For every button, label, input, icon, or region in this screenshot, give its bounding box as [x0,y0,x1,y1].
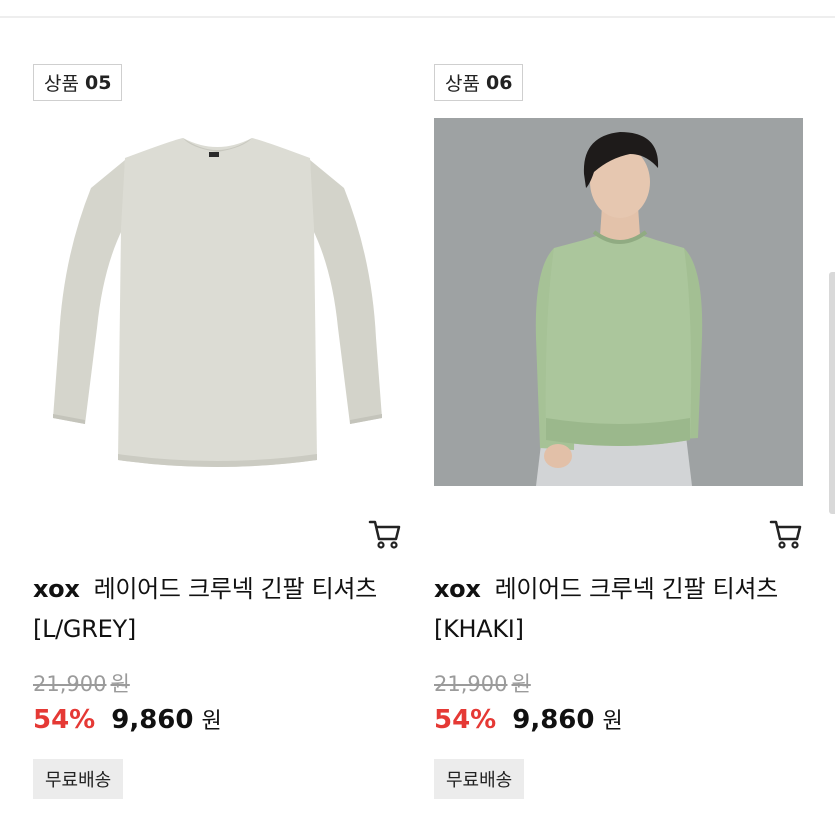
product-title[interactable]: xox 레이어드 크루넥 긴팔 티셔츠 [KHAKI] [434,569,803,649]
badge-number: 06 [485,71,513,94]
badge-prefix: 상품 [44,73,79,95]
sale-price-currency: 원 [201,709,222,734]
sale-price-row: 54% 9,860 원 [33,703,222,735]
original-price-currency: 원 [511,672,531,696]
product-image-grey-tshirt[interactable] [33,118,402,486]
brand-name: xox [434,575,481,603]
badge-number: 05 [84,71,112,94]
product-name: 레이어드 크루넥 긴팔 티셔츠 [L/GREY] [33,575,377,643]
free-shipping-badge: 무료배송 [33,759,124,799]
original-price-value: 21,900 [434,672,508,696]
sale-price: 9,860 [512,705,595,735]
product-card[interactable]: 상품 06 xox 레이어드 크루넥 긴팔 티셔츠 [KHAKI] 21,900… [434,0,803,835]
badge-prefix: 상품 [445,73,480,95]
brand-name: xox [33,575,80,603]
product-card[interactable]: 상품 05 xox 레이어드 크루넥 긴팔 티셔츠 [L/GREY] 21,90… [33,0,402,835]
original-price-currency: 원 [110,672,130,696]
scrollbar[interactable] [829,272,835,514]
original-price: 21,900 원 [33,668,130,698]
product-number-badge: 상품 06 [434,64,524,101]
add-to-cart-button[interactable] [769,517,803,551]
khaki-tshirt-model-illustration [434,118,803,486]
cart-icon [769,520,802,549]
cart-icon [368,520,401,549]
sale-price-currency: 원 [602,709,623,734]
original-price: 21,900 원 [434,668,531,698]
discount-rate: 54% [434,705,497,735]
free-shipping-badge: 무료배송 [434,759,525,799]
product-name: 레이어드 크루넥 긴팔 티셔츠 [KHAKI] [434,575,778,643]
sale-price: 9,860 [111,705,194,735]
original-price-value: 21,900 [33,672,107,696]
product-image-khaki-tshirt[interactable] [434,118,803,486]
grey-tshirt-illustration [33,118,402,486]
discount-rate: 54% [33,705,96,735]
sale-price-row: 54% 9,860 원 [434,703,623,735]
product-number-badge: 상품 05 [33,64,123,101]
product-title[interactable]: xox 레이어드 크루넥 긴팔 티셔츠 [L/GREY] [33,569,402,649]
add-to-cart-button[interactable] [368,517,402,551]
